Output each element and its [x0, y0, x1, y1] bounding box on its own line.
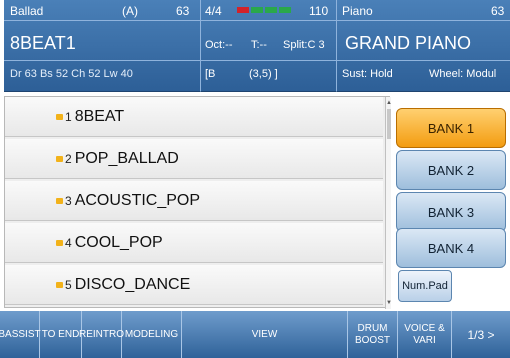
voice-volume: 63 — [491, 4, 505, 18]
bank-3-button[interactable]: BANK 3 — [396, 192, 506, 232]
list-scrollbar[interactable]: ▲ ▼ — [385, 97, 392, 309]
scroll-down-arrow-icon[interactable]: ▼ — [386, 298, 392, 308]
list-item-number: 3 — [65, 193, 72, 208]
bassist-button[interactable]: BASSIST — [0, 311, 41, 358]
voice-category: Piano — [342, 4, 373, 18]
voice-vari-label-1: VOICE & — [404, 322, 445, 334]
split-point: Split:C 3 — [283, 39, 325, 51]
list-item-name: ACOUSTIC_POP — [74, 191, 201, 209]
list-item[interactable]: 5 DISCO_DANCE — [5, 265, 383, 305]
style-panel[interactable]: Ballad (A) 63 8BEAT1 Dr 63 Bs 52 Ch 52 L… — [4, 0, 200, 92]
bank-4-button[interactable]: BANK 4 — [396, 228, 506, 268]
list-item[interactable]: 2 POP_BALLAD — [5, 139, 383, 179]
drum-boost-label-1: DRUM — [357, 322, 388, 334]
tempo-led-green-icon — [251, 7, 263, 13]
voice-name: GRAND PIANO — [345, 33, 472, 53]
divider — [337, 60, 510, 61]
list-item[interactable]: 1 8BEAT — [5, 97, 383, 137]
scroll-up-arrow-icon[interactable]: ▲ — [386, 98, 392, 108]
style-variation: (A) — [122, 4, 138, 18]
divider — [337, 20, 510, 21]
divider — [4, 20, 200, 21]
list-item-name: 8BEAT — [74, 107, 125, 125]
scroll-thumb[interactable] — [387, 109, 391, 139]
bank-1-button[interactable]: BANK 1 — [396, 108, 506, 148]
view-button[interactable]: VIEW — [182, 311, 348, 358]
transpose: T:-- — [251, 39, 267, 51]
list-item-number: 1 — [65, 109, 72, 124]
style-volume: 63 — [176, 4, 190, 18]
tempo-led-green-icon — [265, 7, 277, 13]
style-levels: Dr 63 Bs 52 Ch 52 Lw 40 — [10, 68, 133, 80]
style-category: Ballad — [10, 4, 44, 18]
chord-open: [B — [205, 68, 216, 80]
list-item-number: 2 — [65, 151, 72, 166]
list-item[interactable]: 3 ACOUSTIC_POP — [5, 181, 383, 221]
list-item-name: POP_BALLAD — [74, 149, 179, 167]
octave: Oct:-- — [205, 39, 233, 51]
to-end-button[interactable]: TO END — [40, 311, 82, 358]
numpad-button[interactable]: Num.Pad — [398, 270, 452, 302]
status-panel[interactable]: 4/4 110 Oct:-- T:-- Split:C 3 [B (3,5) ] — [200, 0, 336, 92]
bank-2-button[interactable]: BANK 2 — [396, 150, 506, 190]
drum-boost-label-2: BOOST — [354, 334, 390, 346]
divider — [4, 60, 200, 61]
tempo-led-green-icon — [279, 7, 291, 13]
style-name: 8BEAT1 — [10, 33, 76, 53]
style-list: 1 8BEAT 2 POP_BALLAD 3 ACOUSTIC_POP 4 CO… — [4, 96, 392, 309]
list-bullet-icon — [56, 155, 63, 162]
divider — [201, 60, 336, 61]
voice-vari-label-2: VARI — [413, 334, 436, 346]
chord-value: (3,5) ] — [249, 68, 278, 80]
time-signature: 4/4 — [205, 4, 222, 18]
list-bullet-icon — [56, 197, 63, 204]
voice-vari-button[interactable]: VOICE & VARI — [398, 311, 452, 358]
sustain-status: Sust: Hold — [342, 68, 393, 80]
list-bullet-icon — [56, 239, 63, 246]
list-item-name: COOL_POP — [74, 233, 163, 251]
list-bullet-icon — [56, 281, 63, 288]
list-item[interactable]: 4 COOL_POP — [5, 223, 383, 263]
modeling-button[interactable]: MODELING — [122, 311, 182, 358]
function-bar: BASSIST TO END REINTRO MODELING VIEW DRU… — [0, 311, 510, 358]
drum-boost-button[interactable]: DRUM BOOST — [348, 311, 398, 358]
tempo-value: 110 — [309, 4, 329, 18]
tempo-led-red-icon — [237, 7, 249, 13]
wheel-status: Wheel: Modul — [429, 68, 497, 80]
list-bullet-icon — [56, 113, 63, 120]
list-item-name: DISCO_DANCE — [74, 275, 191, 293]
divider — [201, 20, 336, 21]
voice-panel[interactable]: Piano 63 GRAND PIANO Sust: Hold Wheel: M… — [336, 0, 510, 92]
page-next-button[interactable]: 1/3 > — [452, 311, 510, 358]
list-item-number: 5 — [65, 277, 72, 292]
reintro-button[interactable]: REINTRO — [79, 311, 124, 358]
list-item-number: 4 — [65, 235, 72, 250]
